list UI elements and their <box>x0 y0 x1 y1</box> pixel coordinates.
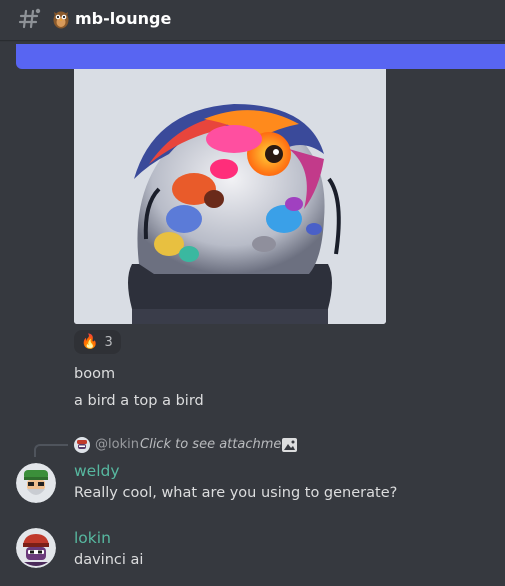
message-text: davinci ai <box>74 552 144 568</box>
reply-connector <box>34 444 68 457</box>
channel-name[interactable]: mb-lounge <box>75 9 171 29</box>
reply-avatar[interactable] <box>74 437 90 453</box>
channel-hash-icon <box>18 8 41 29</box>
user-avatar-weldy[interactable] <box>16 463 56 503</box>
bird-artwork <box>74 69 386 324</box>
message-username[interactable]: lokin <box>74 528 111 548</box>
reply-username[interactable]: @lokin <box>95 436 139 454</box>
fire-icon: 🔥 <box>81 334 99 350</box>
reaction-count: 3 <box>104 334 113 350</box>
message-text: a bird a top a bird <box>74 393 204 409</box>
bird-image-attachment[interactable] <box>74 69 386 324</box>
user-avatar-lokin[interactable] <box>16 528 56 568</box>
embed-banner <box>16 44 505 69</box>
channel-header: mb-lounge <box>0 0 505 40</box>
message-text: Really cool, what are you using to gener… <box>74 485 398 501</box>
image-icon <box>282 438 297 452</box>
message-text: boom <box>74 366 116 382</box>
fire-reaction[interactable]: 🔥 3 <box>74 330 121 354</box>
owl-emoji-icon <box>53 11 69 29</box>
reply-preview[interactable]: Click to see attachment <box>140 436 295 454</box>
message-username[interactable]: weldy <box>74 461 120 481</box>
